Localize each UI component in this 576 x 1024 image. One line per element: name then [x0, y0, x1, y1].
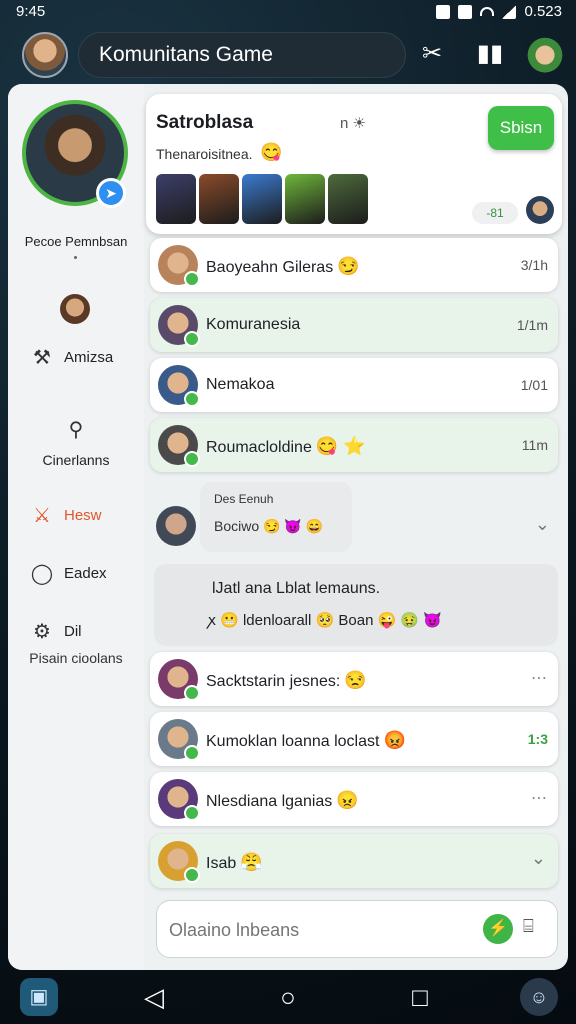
status-time: 9:45	[16, 3, 46, 20]
chat-avatar	[158, 365, 200, 407]
home-icon[interactable]: ○	[268, 982, 308, 1013]
back-icon[interactable]: ◁	[134, 982, 174, 1013]
chat-name: Kumoklan loanna loclast 😡	[206, 730, 406, 750]
notice-card[interactable]: lJatl ana Lblat lemauns. ꭗ 😬 ldenloarall…	[154, 564, 558, 646]
chat-row[interactable]: Kumoklan loanna loclast 😡 1:3	[150, 712, 558, 766]
featured-post-card[interactable]: Satroblasa n ☀ Thenaroisitnea. 😋 Sbisn -…	[146, 94, 562, 234]
sidebar-item-label: Amizsa	[64, 349, 114, 366]
app-header: Komunitans Game ✂ ▮▮	[0, 28, 576, 84]
send-button[interactable]: Sbisn	[488, 106, 554, 150]
columns-icon[interactable]: ▮▮	[476, 40, 504, 68]
profile-name: Pecoe Pemnbsan	[24, 234, 128, 249]
feature-title: Satroblasa	[156, 112, 254, 133]
sidebar-item-label: Hesw	[64, 507, 102, 524]
message-input-bar: ⚡ ⌸	[156, 900, 558, 958]
chat-time: 1/1m	[516, 317, 548, 333]
divider-dot	[74, 256, 77, 259]
sidebar-sub-label: Pisain cioolans	[29, 650, 123, 666]
chat-name: Isab 😤	[206, 852, 263, 872]
feature-meta: n ☀	[340, 115, 366, 132]
inbox-icon[interactable]: ⌸	[523, 916, 534, 937]
status-icons: 0.523	[436, 3, 562, 20]
more-icon[interactable]: ⋯	[531, 668, 548, 688]
sidebar-item-label: Cinerlanns	[42, 452, 110, 468]
feature-emoji: 😋	[260, 142, 283, 162]
feature-author-avatar[interactable]	[526, 196, 554, 224]
cross-swords-icon: ⚔	[33, 505, 51, 527]
sidebar-item-label: Eadex	[64, 565, 107, 582]
signal-icon	[502, 4, 517, 19]
notification-icon	[436, 4, 451, 19]
recent-apps-icon[interactable]: □	[400, 982, 440, 1013]
hero-avatar[interactable]	[524, 32, 566, 74]
user-avatar[interactable]	[22, 32, 68, 78]
alarm-icon	[458, 4, 473, 19]
bolt-icon[interactable]: ⚡	[483, 914, 513, 944]
sidebar-item-label: Dil	[64, 623, 82, 640]
main-panel: ➤ Pecoe Pemnbsan ⚒ Amizsa ⚲ Cinerlanns ⚔…	[8, 84, 568, 970]
battery-level: 0.523	[524, 3, 562, 20]
notice-title: lJatl ana Lblat lemauns.	[212, 580, 381, 597]
hero-thumb[interactable]	[285, 174, 325, 224]
tools-icon[interactable]: ✂	[418, 40, 446, 68]
chat-name: Sacktstarin jesnes: 😒	[206, 670, 367, 690]
app-shortcut-icon[interactable]: ▣	[20, 978, 58, 1016]
chat-row[interactable]: Sacktstarin jesnes: 😒 ⋯	[150, 652, 558, 706]
chat-time: 3/1h	[520, 257, 548, 273]
chat-avatar	[158, 425, 200, 467]
wifi-icon	[480, 7, 495, 16]
chat-name: Nemakoa	[206, 376, 275, 393]
hero-thumb[interactable]	[328, 174, 368, 224]
chat-avatar	[158, 841, 200, 883]
chat-row[interactable]: Nemakoa 1/01	[150, 358, 558, 412]
hero-thumb[interactable]	[242, 174, 282, 224]
chat-avatar	[156, 506, 196, 546]
friend-avatar[interactable]	[60, 294, 90, 324]
search-icon: ⚲	[68, 419, 84, 441]
chat-avatar	[158, 719, 200, 761]
message-input[interactable]	[169, 913, 469, 947]
chat-row[interactable]: Isab 😤 ⌄	[150, 834, 558, 888]
chevron-down-icon[interactable]: ⌄	[535, 514, 550, 535]
circle-icon: ◯	[30, 563, 54, 585]
message-line: Bociwo 😏 😈 😄	[214, 518, 324, 534]
chat-row[interactable]: Komuranesia 1/1m	[150, 298, 558, 352]
chat-time: 1:3	[527, 731, 548, 747]
profile-shortcut-icon[interactable]: ☺	[520, 978, 558, 1016]
hero-thumb[interactable]	[156, 174, 196, 224]
system-nav-bar: ▣ ◁ ○ □ ☺	[0, 972, 576, 1024]
chat-name: Baoyeahn Gileras 😏	[206, 256, 360, 276]
feature-subtitle: Thenaroisitnea.	[156, 146, 253, 162]
feature-count-badge: -81	[472, 202, 518, 224]
chat-time: 1/01	[520, 377, 548, 393]
chat-avatar	[158, 779, 200, 821]
chat-row[interactable]: Baoyeahn Gileras 😏 3/1h	[150, 238, 558, 292]
chat-name: Komuranesia	[206, 316, 301, 333]
chat-name: Nlesdiana lganias 😠	[206, 790, 359, 810]
message-line: Des Eenuh	[214, 492, 274, 506]
chat-name: Roumacloldine 😋 ⭐	[206, 436, 366, 456]
community-title[interactable]: Komunitans Game	[78, 32, 406, 78]
expanded-chat[interactable]: Des Eenuh Bociwo 😏 😈 😄 ⌄	[150, 480, 558, 564]
sidebar: ➤ Pecoe Pemnbsan ⚒ Amizsa ⚲ Cinerlanns ⚔…	[8, 84, 144, 970]
hero-thumb[interactable]	[199, 174, 239, 224]
chat-row[interactable]: Roumacloldine 😋 ⭐ 11m	[150, 418, 558, 472]
notice-detail: ꭗ 😬 ldenloarall 🥺 Boan 😜 🤢 😈	[208, 612, 442, 629]
chat-avatar	[158, 305, 200, 347]
hero-thumbnails	[156, 174, 368, 224]
chat-time: 11m	[521, 437, 548, 453]
messenger-icon[interactable]: ➤	[96, 178, 126, 208]
chat-avatar	[158, 245, 200, 287]
more-icon[interactable]: ⋯	[531, 788, 548, 808]
chat-avatar	[158, 659, 200, 701]
chat-row[interactable]: Nlesdiana lganias 😠 ⋯	[150, 772, 558, 826]
status-bar: 9:45 0.523	[0, 0, 576, 26]
sword-icon: ⚒	[33, 347, 51, 369]
share-icon: ⚙	[33, 621, 51, 643]
chevron-down-icon[interactable]: ⌄	[531, 848, 546, 869]
